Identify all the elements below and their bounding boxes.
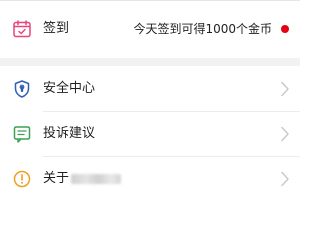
shield-icon <box>12 79 32 99</box>
unread-dot <box>281 25 289 33</box>
menu-list: 安全中心 投诉建议 关于 <box>0 66 300 200</box>
menu-item-about[interactable]: 关于 <box>0 157 300 201</box>
menu-item-about-label: 关于 <box>43 157 122 201</box>
message-icon <box>12 124 32 144</box>
chevron-right-icon <box>280 126 290 142</box>
chevron-right-icon <box>280 81 290 97</box>
calendar-icon <box>12 19 32 39</box>
menu-item-complaint[interactable]: 投诉建议 <box>0 112 300 156</box>
menu-item-security-label: 安全中心 <box>43 81 96 96</box>
blurred-app-name <box>71 173 122 184</box>
menu-item-security[interactable]: 安全中心 <box>0 67 300 111</box>
chevron-right-icon <box>280 171 290 187</box>
signin-label: 签到 <box>43 21 70 36</box>
signin-reward-hint: 今天签到可得1000个金币 <box>133 22 272 36</box>
menu-item-complaint-label: 投诉建议 <box>43 126 96 141</box>
info-icon <box>12 169 32 189</box>
signin-card: 签到 今天签到可得1000个金币 <box>0 0 300 58</box>
profile-menu-page: 签到 今天签到可得1000个金币 安全中心 投诉建议 关于 <box>0 0 300 200</box>
about-prefix: 关于 <box>43 171 70 186</box>
